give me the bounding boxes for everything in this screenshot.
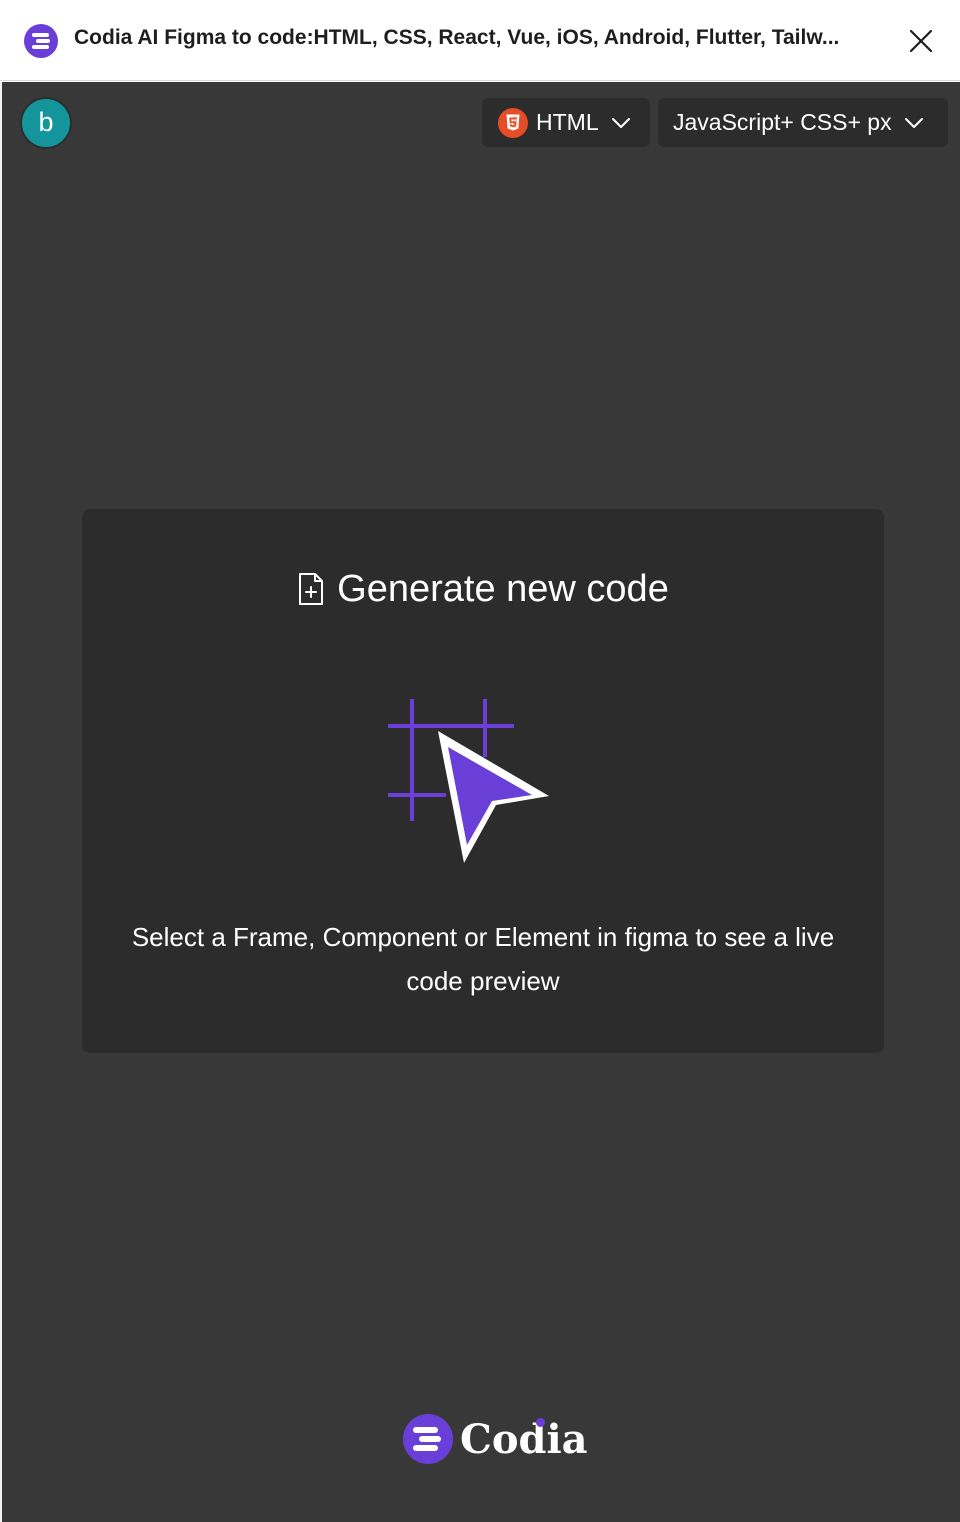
window-titlebar: Codia AI Figma to code:HTML, CSS, React,…	[0, 0, 960, 81]
footer-brand: Codia	[402, 1412, 588, 1466]
window-title: Codia AI Figma to code:HTML, CSS, React,…	[74, 26, 840, 49]
card-title: Generate new code	[337, 567, 669, 610]
wordmark-dot	[536, 1417, 545, 1427]
plugin-panel: b HTML JavaScript+ CSS+ px Generate new …	[0, 82, 960, 1522]
codia-wordmark: Codia	[460, 1415, 588, 1463]
avatar[interactable]: b	[20, 97, 72, 149]
file-plus-icon	[299, 573, 324, 605]
chevron-down-icon	[904, 117, 923, 128]
html5-icon	[498, 107, 528, 138]
chevron-down-icon	[611, 117, 630, 128]
empty-state-card: Generate new code Select a Frame, Compon…	[82, 509, 884, 1053]
select-frame-cursor-icon	[388, 699, 549, 863]
framework-select[interactable]: HTML	[482, 98, 650, 147]
generate-new-code-heading[interactable]: Generate new code	[82, 565, 884, 613]
codia-logo-icon	[24, 24, 58, 58]
close-icon[interactable]	[902, 22, 940, 60]
language-label: JavaScript+ CSS+ px	[673, 109, 892, 135]
codia-logo-icon	[403, 1414, 453, 1464]
card-description: Select a Frame, Component or Element in …	[131, 922, 835, 996]
framework-label: HTML	[536, 109, 599, 135]
language-select[interactable]: JavaScript+ CSS+ px	[658, 98, 948, 147]
